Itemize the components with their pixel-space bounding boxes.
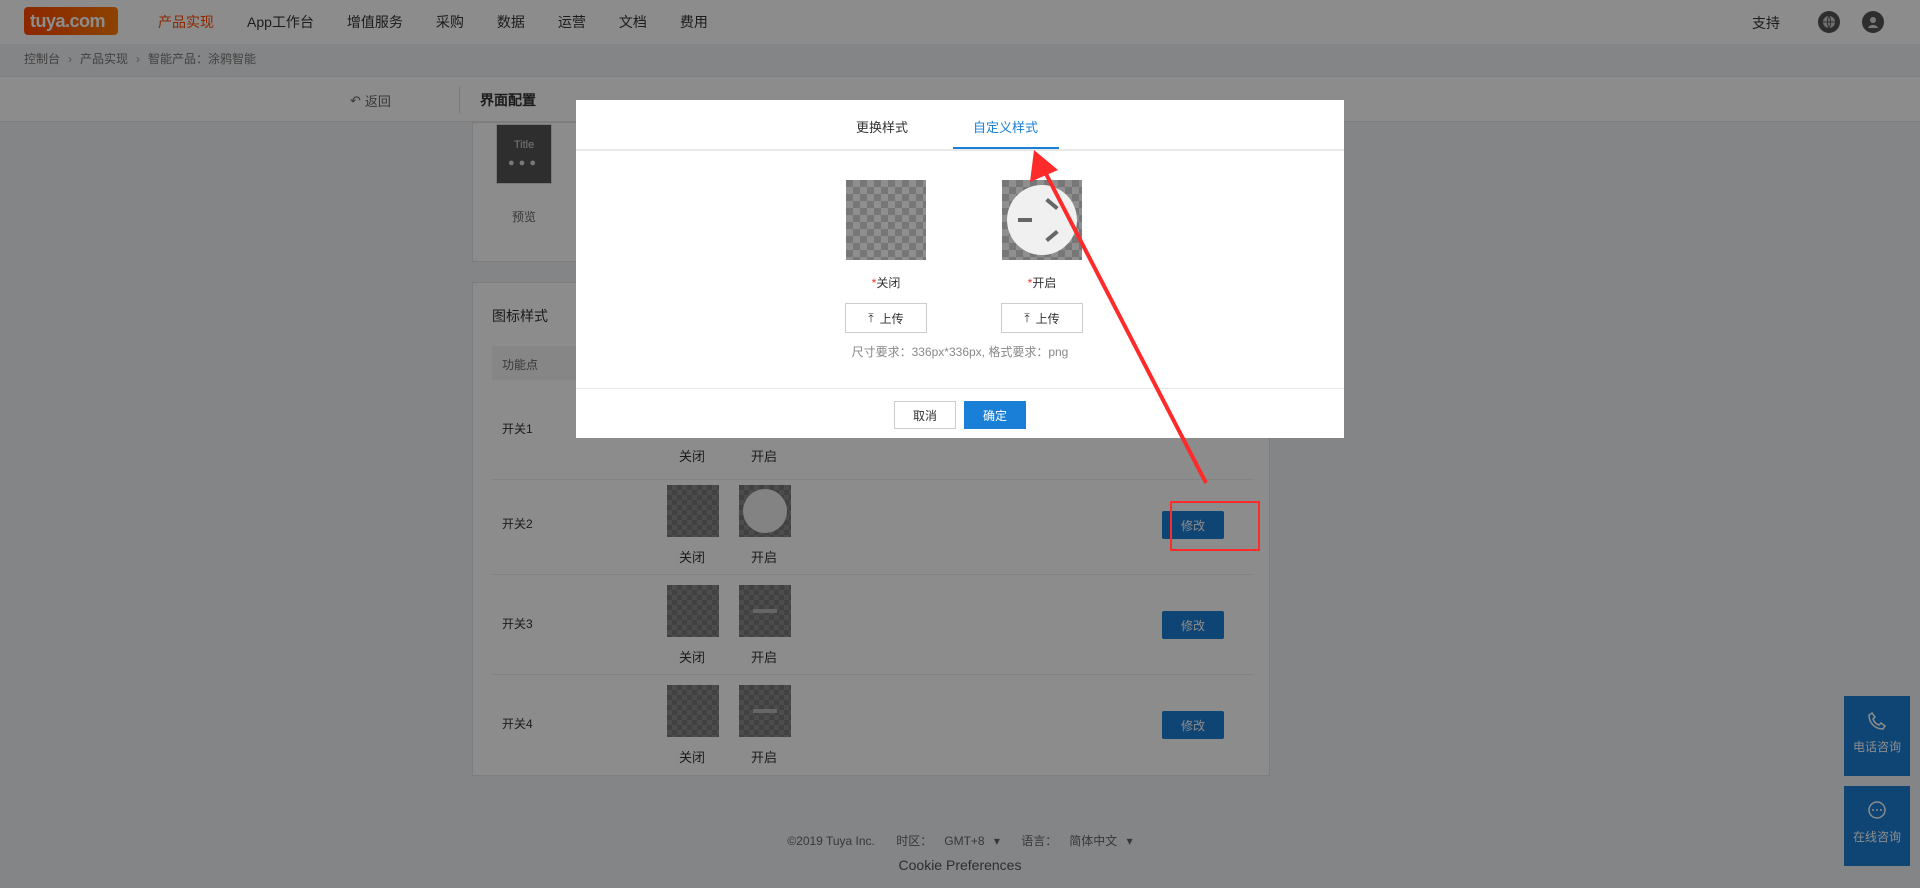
on-label: 开启	[1032, 276, 1057, 290]
upload-off-button[interactable]: ⤒ 上传	[845, 303, 927, 333]
upload-label: 上传	[879, 311, 904, 326]
upload-on-block: *开启 ⤒ 上传	[1001, 180, 1083, 333]
upload-icon: ⤒	[868, 310, 874, 325]
off-image-preview	[846, 180, 926, 260]
tab-custom-style[interactable]: 自定义样式	[973, 117, 1038, 136]
size-requirement-hint: 尺寸要求：336px*336px, 格式要求：png	[851, 345, 1069, 359]
upload-off-block: *关闭 ⤒ 上传	[845, 180, 927, 333]
confirm-button[interactable]: 确定	[964, 401, 1026, 429]
off-label: 关闭	[876, 276, 901, 290]
cancel-button[interactable]: 取消	[894, 401, 956, 429]
dialog-footer: 取消 确定	[576, 388, 1344, 438]
on-image-preview	[1002, 180, 1082, 260]
active-tab-indicator	[953, 147, 1059, 149]
tab-change-style[interactable]: 更换样式	[856, 117, 908, 136]
annotation-highlight-box	[1170, 501, 1260, 551]
dialog-tabs: 更换样式 自定义样式	[576, 100, 1344, 151]
upload-on-button[interactable]: ⤒ 上传	[1001, 303, 1083, 333]
upload-label: 上传	[1035, 311, 1060, 326]
custom-style-dialog: 更换样式 自定义样式 *关闭 ⤒ 上传 *开启 ⤒ 上传 尺寸要求：336px*…	[576, 100, 1344, 438]
upload-icon: ⤒	[1024, 310, 1030, 325]
